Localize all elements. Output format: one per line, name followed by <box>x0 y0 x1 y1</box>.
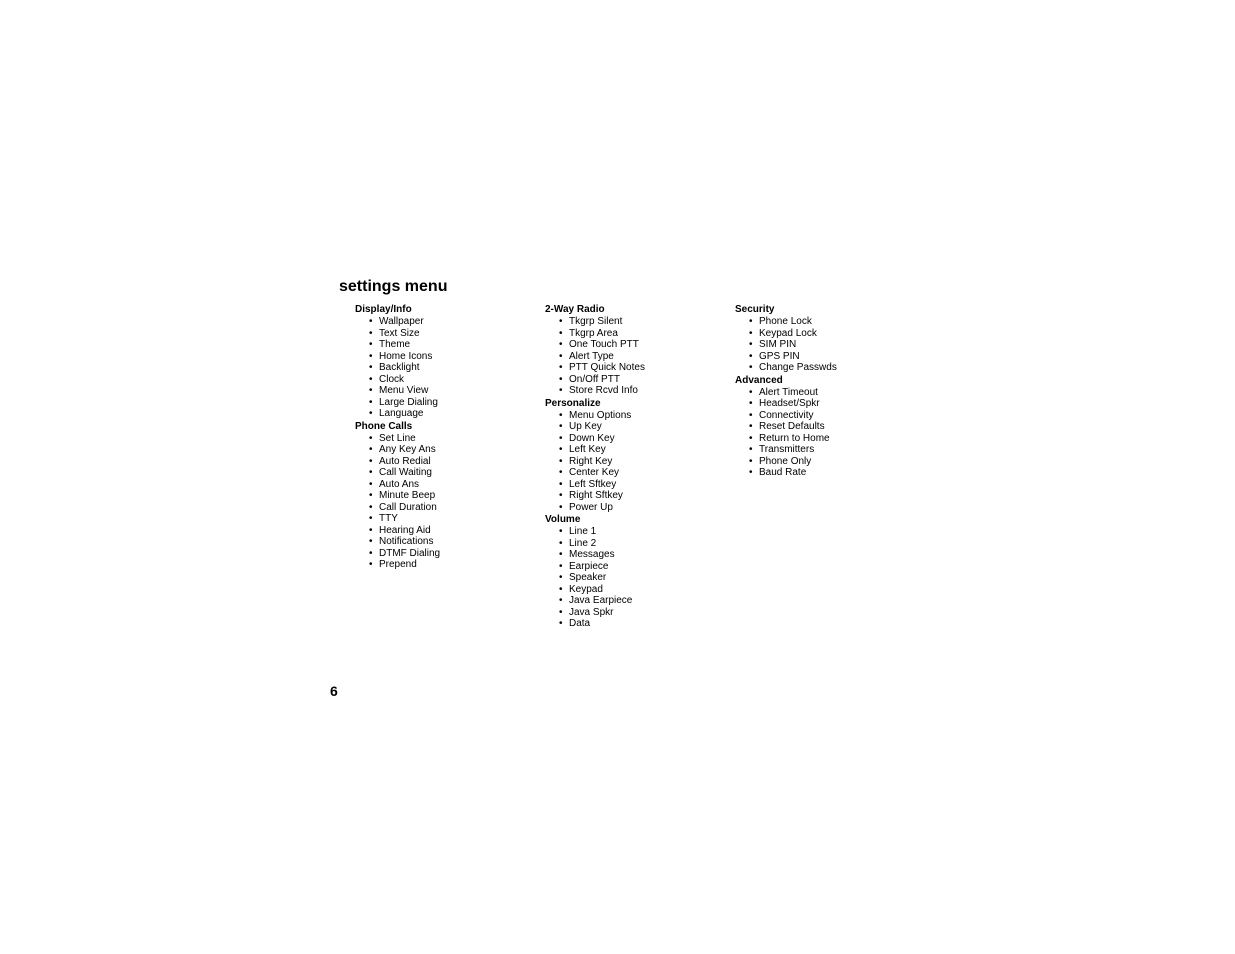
list-item: GPS PIN <box>759 351 909 363</box>
section-header: Volume <box>529 514 719 525</box>
section-header: Security <box>719 304 909 315</box>
section-volume: VolumeLine 1Line 2MessagesEarpieceSpeake… <box>529 514 719 630</box>
list-item: Right Sftkey <box>569 490 719 502</box>
list-item: Set Line <box>379 433 529 445</box>
list-item: Java Earpiece <box>569 595 719 607</box>
section-header: Advanced <box>719 375 909 386</box>
list-item: Power Up <box>569 502 719 514</box>
list-item: SIM PIN <box>759 339 909 351</box>
list-item: Left Sftkey <box>569 479 719 491</box>
section-items: Alert TimeoutHeadset/SpkrConnectivityRes… <box>719 387 909 479</box>
list-item: Headset/Spkr <box>759 398 909 410</box>
section-display-info: Display/InfoWallpaperText SizeThemeHome … <box>339 304 529 420</box>
list-item: Minute Beep <box>379 490 529 502</box>
list-item: Tkgrp Area <box>569 328 719 340</box>
section-items: WallpaperText SizeThemeHome IconsBacklig… <box>339 316 529 420</box>
list-item: Line 2 <box>569 538 719 550</box>
list-item: Keypad Lock <box>759 328 909 340</box>
section-advanced: AdvancedAlert TimeoutHeadset/SpkrConnect… <box>719 375 909 479</box>
list-item: Keypad <box>569 584 719 596</box>
list-item: Return to Home <box>759 433 909 445</box>
section-header: Display/Info <box>339 304 529 315</box>
list-item: Alert Type <box>569 351 719 363</box>
section-items: Phone LockKeypad LockSIM PINGPS PINChang… <box>719 316 909 374</box>
section-items: Line 1Line 2MessagesEarpieceSpeakerKeypa… <box>529 526 719 630</box>
list-item: PTT Quick Notes <box>569 362 719 374</box>
list-item: Transmitters <box>759 444 909 456</box>
section-personalize: PersonalizeMenu OptionsUp KeyDown KeyLef… <box>529 398 719 514</box>
list-item: Data <box>569 618 719 630</box>
list-item: Right Key <box>569 456 719 468</box>
list-item: Tkgrp Silent <box>569 316 719 328</box>
list-item: Menu Options <box>569 410 719 422</box>
list-item: Reset Defaults <box>759 421 909 433</box>
list-item: One Touch PTT <box>569 339 719 351</box>
list-item: Home Icons <box>379 351 529 363</box>
list-item: Hearing Aid <box>379 525 529 537</box>
page-number: 6 <box>330 683 338 699</box>
list-item: Java Spkr <box>569 607 719 619</box>
list-item: Menu View <box>379 385 529 397</box>
list-item: Earpiece <box>569 561 719 573</box>
list-item: Store Rcvd Info <box>569 385 719 397</box>
list-item: Prepend <box>379 559 529 571</box>
list-item: Change Passwds <box>759 362 909 374</box>
list-item: Language <box>379 408 529 420</box>
list-item: Backlight <box>379 362 529 374</box>
list-item: Auto Redial <box>379 456 529 468</box>
list-item: Left Key <box>569 444 719 456</box>
list-item: Text Size <box>379 328 529 340</box>
section-header: Personalize <box>529 398 719 409</box>
section-2-way-radio: 2-Way RadioTkgrp SilentTkgrp AreaOne Tou… <box>529 304 719 397</box>
list-item: Baud Rate <box>759 467 909 479</box>
list-item: Connectivity <box>759 410 909 422</box>
list-item: Wallpaper <box>379 316 529 328</box>
section-items: Tkgrp SilentTkgrp AreaOne Touch PTTAlert… <box>529 316 719 397</box>
list-item: Call Duration <box>379 502 529 514</box>
section-items: Menu OptionsUp KeyDown KeyLeft KeyRight … <box>529 410 719 514</box>
list-item: TTY <box>379 513 529 525</box>
section-items: Set LineAny Key AnsAuto RedialCall Waiti… <box>339 433 529 571</box>
page-title: settings menu <box>339 278 929 296</box>
list-item: Large Dialing <box>379 397 529 409</box>
list-item: DTMF Dialing <box>379 548 529 560</box>
list-item: Line 1 <box>569 526 719 538</box>
list-item: Notifications <box>379 536 529 548</box>
list-item: Auto Ans <box>379 479 529 491</box>
list-item: Center Key <box>569 467 719 479</box>
list-item: Any Key Ans <box>379 444 529 456</box>
column-2: SecurityPhone LockKeypad LockSIM PINGPS … <box>719 304 909 631</box>
list-item: Speaker <box>569 572 719 584</box>
list-item: Phone Lock <box>759 316 909 328</box>
settings-menu-page: settings menu Display/InfoWallpaperText … <box>339 278 929 631</box>
column-1: 2-Way RadioTkgrp SilentTkgrp AreaOne Tou… <box>529 304 719 631</box>
columns-container: Display/InfoWallpaperText SizeThemeHome … <box>339 304 929 631</box>
section-header: Phone Calls <box>339 421 529 432</box>
list-item: Up Key <box>569 421 719 433</box>
column-0: Display/InfoWallpaperText SizeThemeHome … <box>339 304 529 631</box>
list-item: Down Key <box>569 433 719 445</box>
section-security: SecurityPhone LockKeypad LockSIM PINGPS … <box>719 304 909 374</box>
list-item: Call Waiting <box>379 467 529 479</box>
list-item: Messages <box>569 549 719 561</box>
list-item: Theme <box>379 339 529 351</box>
section-phone-calls: Phone CallsSet LineAny Key AnsAuto Redia… <box>339 421 529 571</box>
section-header: 2-Way Radio <box>529 304 719 315</box>
list-item: Alert Timeout <box>759 387 909 399</box>
list-item: Clock <box>379 374 529 386</box>
list-item: Phone Only <box>759 456 909 468</box>
list-item: On/Off PTT <box>569 374 719 386</box>
